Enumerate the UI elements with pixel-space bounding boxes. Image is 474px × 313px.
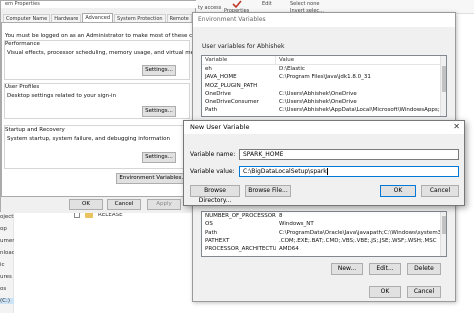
window-title: em Properties bbox=[1, 1, 197, 8]
var-name: Path bbox=[205, 107, 218, 114]
apply-button[interactable]: Apply bbox=[147, 199, 181, 210]
performance-settings-button[interactable]: Settings... bbox=[142, 65, 176, 76]
var-name: MOZ_PLUGIN_PATH bbox=[205, 82, 258, 89]
user-variables-label: User variables for Abhishek bbox=[202, 43, 285, 50]
variable-name-label: Variable name: bbox=[190, 151, 236, 158]
variable-value-label: Variable value: bbox=[190, 168, 235, 175]
table-row[interactable]: OS Windows_NT bbox=[202, 220, 446, 228]
edit-label[interactable]: Edit bbox=[262, 1, 272, 7]
scrollbar[interactable] bbox=[440, 212, 446, 256]
cancel-button[interactable]: Cancel bbox=[421, 185, 459, 197]
nav-item[interactable]: os bbox=[0, 286, 14, 292]
var-value bbox=[276, 82, 446, 90]
select-none-label[interactable]: Select none bbox=[290, 1, 320, 7]
nav-item[interactable]: ic bbox=[0, 262, 14, 268]
cancel-button[interactable]: Cancel bbox=[407, 286, 441, 298]
nav-item[interactable]: ures bbox=[0, 274, 14, 280]
variable-name-input[interactable]: SPARK_HOME bbox=[239, 149, 459, 160]
nav-item-selected[interactable]: (C:) bbox=[0, 298, 14, 304]
var-name: OneDriveConsumer bbox=[205, 99, 259, 106]
scrollbar[interactable] bbox=[440, 56, 446, 116]
var-name: OneDrive bbox=[205, 90, 231, 97]
var-value: Windows_NT bbox=[279, 221, 314, 228]
browse-file-button[interactable]: Browse File... bbox=[245, 185, 291, 197]
user-variables-list[interactable]: Variable Value eh D:\Elastic JAVA_HOME C:\… bbox=[201, 55, 447, 117]
environment-variables-button[interactable]: Environment Variables... bbox=[116, 173, 190, 184]
nav-item[interactable]: nloads bbox=[0, 250, 14, 256]
user-profiles-desc: Desktop settings related to your sign-in bbox=[7, 93, 117, 99]
admin-note: You must be logged on as an Administrato… bbox=[5, 33, 214, 39]
var-value: D:\Elastic bbox=[279, 66, 305, 72]
startup-title: Startup and Recovery bbox=[5, 127, 65, 133]
var-name: NUMBER_OF_PROCESSORS bbox=[205, 213, 276, 219]
user-profiles-settings-button[interactable]: Settings... bbox=[142, 106, 176, 117]
startup-settings-button[interactable]: Settings... bbox=[142, 152, 176, 163]
dialog-footer: OK Cancel Apply bbox=[1, 197, 197, 213]
user-profiles-title: User Profiles bbox=[5, 84, 40, 90]
table-row[interactable]: OneDriveConsumer C:\Users\Abhishek\OneDri… bbox=[202, 98, 446, 106]
performance-desc: Visual effects, processor scheduling, me… bbox=[7, 50, 209, 56]
close-icon[interactable]: ✕ bbox=[453, 122, 460, 131]
table-row[interactable]: Path C:\Users\Abhishek\AppData\Local\Micr… bbox=[202, 106, 446, 114]
table-row[interactable]: OneDrive C:\Users\Abhishek\OneDrive bbox=[202, 90, 446, 98]
var-name: JAVA_HOME bbox=[205, 74, 237, 81]
ok-button[interactable]: OK bbox=[369, 286, 401, 298]
var-value: 8 bbox=[279, 213, 283, 219]
variable-value-input[interactable]: C:\BigDataLocalSetup\spark bbox=[239, 166, 459, 177]
var-value: AMD64 bbox=[279, 246, 299, 253]
cancel-button[interactable]: Cancel bbox=[107, 199, 141, 210]
var-value: C:\ProgramData\Oracle\Java\javapath;C:\W… bbox=[279, 229, 446, 236]
var-name: PATHEXT bbox=[205, 237, 230, 244]
list-header: Variable Value bbox=[202, 56, 446, 65]
column-header-value[interactable]: Value bbox=[276, 56, 446, 64]
advanced-tab-panel: You must be logged on as an Administrato… bbox=[1, 22, 214, 197]
column-header-variable[interactable]: Variable bbox=[202, 56, 276, 64]
edit-system-variable-button[interactable]: Edit... bbox=[369, 263, 401, 275]
nav-item[interactable]: ojects bbox=[0, 214, 14, 220]
table-row[interactable]: eh D:\Elastic bbox=[202, 65, 446, 73]
text-caret bbox=[326, 168, 328, 175]
var-name: PROCESSOR_ARCHITECTU... bbox=[205, 246, 276, 253]
var-name: Path bbox=[205, 229, 218, 236]
var-value: C:\Users\Abhishek\AppData\Local\Microsof… bbox=[279, 107, 446, 114]
var-value: .COM;.EXE;.BAT;.CMD;.VBS;.VBE;.JS;.JSE;.… bbox=[279, 237, 437, 244]
scroll-thumb[interactable] bbox=[442, 66, 446, 92]
table-row[interactable]: MOZ_PLUGIN_PATH bbox=[202, 82, 446, 90]
access-label[interactable]: ty access bbox=[198, 5, 221, 11]
delete-system-variable-button[interactable]: Delete bbox=[407, 263, 441, 275]
var-name: OS bbox=[205, 221, 213, 228]
system-properties-window: em Properties Computer Name Hardware Adv… bbox=[0, 0, 214, 213]
ok-button[interactable]: OK bbox=[69, 199, 103, 210]
scroll-thumb[interactable] bbox=[442, 216, 446, 234]
dialog-title: New User Variable bbox=[184, 121, 464, 134]
var-value: C:\Users\Abhishek\OneDrive bbox=[279, 99, 357, 106]
system-variables-list[interactable]: NUMBER_OF_PROCESSORS 8 OS Windows_NT Path C… bbox=[201, 211, 447, 257]
nav-item[interactable]: uments bbox=[0, 238, 14, 244]
table-row[interactable]: NUMBER_OF_PROCESSORS 8 bbox=[202, 212, 446, 220]
table-row[interactable]: Path C:\ProgramData\Oracle\Java\javapath;… bbox=[202, 229, 446, 237]
table-row[interactable]: PATHEXT .COM;.EXE;.BAT;.CMD;.VBS;.VBE;.JS… bbox=[202, 237, 446, 245]
var-value: C:\Users\Abhishek\OneDrive bbox=[279, 90, 357, 97]
nav-item[interactable]: op bbox=[0, 226, 14, 232]
table-row[interactable]: JAVA_HOME C:\Program Files\Java\jdk1.8.0_… bbox=[202, 73, 446, 81]
browse-directory-button[interactable]: Browse Directory... bbox=[190, 185, 240, 204]
performance-title: Performance bbox=[5, 41, 40, 47]
startup-desc: System startup, system failure, and debu… bbox=[7, 136, 170, 142]
ok-button[interactable]: OK bbox=[380, 185, 416, 197]
var-name: eh bbox=[205, 66, 212, 72]
new-system-variable-button[interactable]: New... bbox=[331, 263, 363, 275]
window-title: Environment Variables bbox=[193, 13, 455, 27]
variable-value-text: C:\BigDataLocalSetup\spark bbox=[243, 168, 327, 175]
var-value: C:\Program Files\Java\jdk1.8.0_31 bbox=[279, 74, 371, 81]
new-user-variable-dialog: New User Variable ✕ Variable name: SPARK… bbox=[183, 120, 465, 206]
table-row[interactable]: PROCESSOR_ARCHITECTU... AMD64 bbox=[202, 245, 446, 253]
